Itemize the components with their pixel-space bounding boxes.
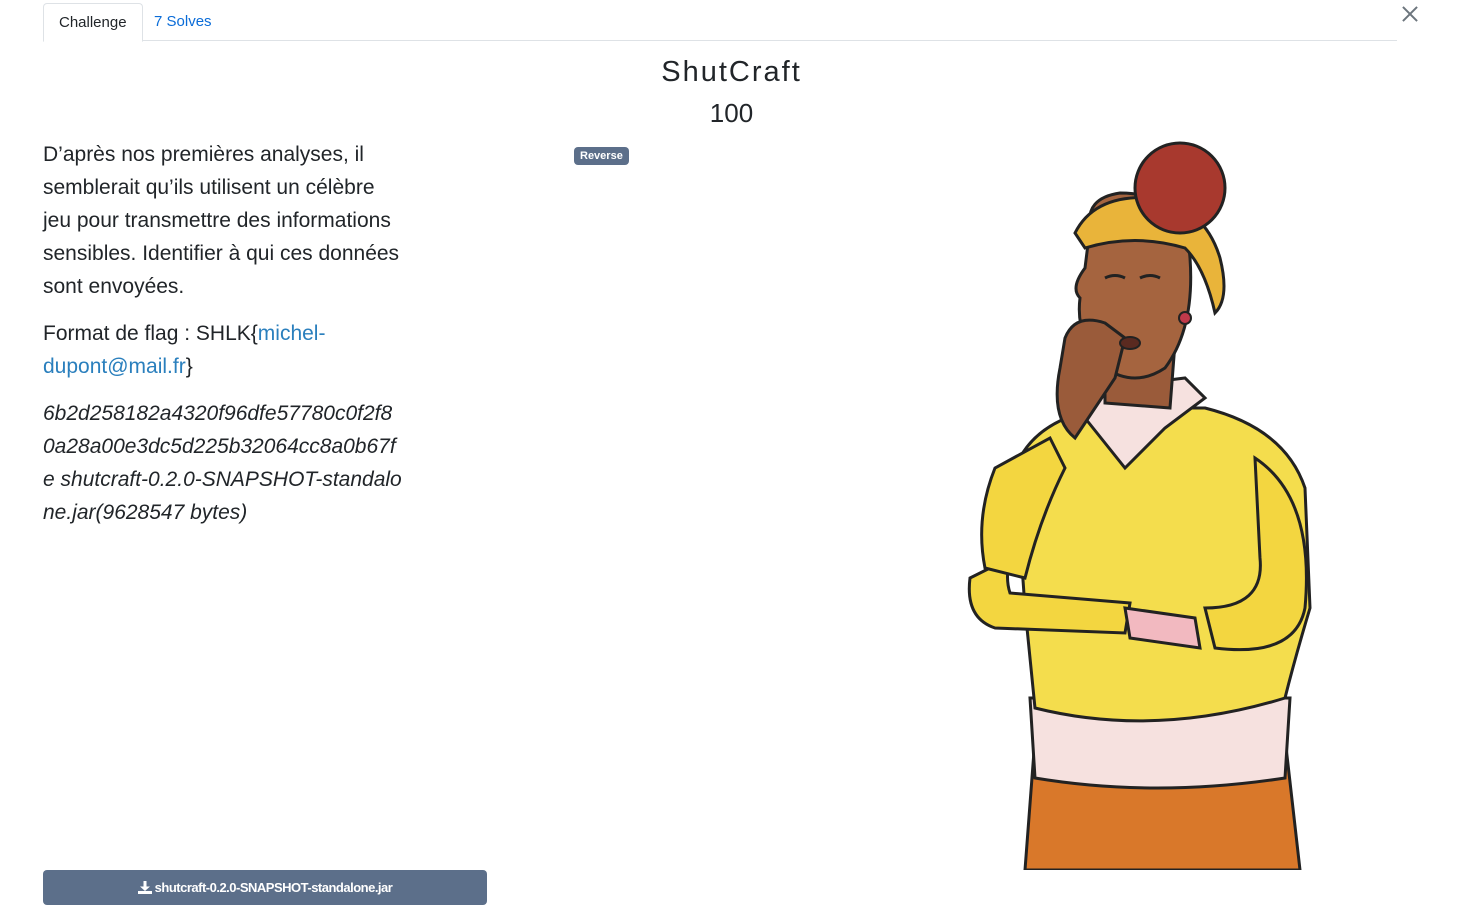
description-text: D’après nos premières analyses, il sembl… xyxy=(43,143,400,298)
flag-format: Format de flag : SHLK{michel-dupont@mail… xyxy=(43,317,403,383)
challenge-modal: Challenge 7 Solves ShutCraft 100 D’après… xyxy=(0,0,1463,916)
challenge-description: D’après nos premières analyses, il sembl… xyxy=(43,138,403,543)
challenge-points: 100 xyxy=(709,98,754,128)
tag-badge: Reverse xyxy=(574,147,629,165)
challenge-title: ShutCraft xyxy=(661,56,802,88)
tab-bar: Challenge 7 Solves xyxy=(43,3,1397,42)
download-label: shutcraft-0.2.0-SNAPSHOT-standalone.jar xyxy=(154,880,393,895)
close-icon[interactable] xyxy=(1399,3,1421,25)
flag-suffix: } xyxy=(185,355,193,378)
download-icon xyxy=(137,881,152,894)
file-hash: 6b2d258182a4320f96dfe57780c0f2f80a28a00e… xyxy=(43,402,402,524)
download-button[interactable]: shutcraft-0.2.0-SNAPSHOT-standalone.jar xyxy=(43,870,487,905)
tab-solves[interactable]: 7 Solves xyxy=(139,3,227,42)
flag-prefix: Format de flag : SHLK{ xyxy=(43,322,258,345)
tab-challenge[interactable]: Challenge xyxy=(43,3,143,42)
thinking-woman-illustration xyxy=(967,141,1312,870)
